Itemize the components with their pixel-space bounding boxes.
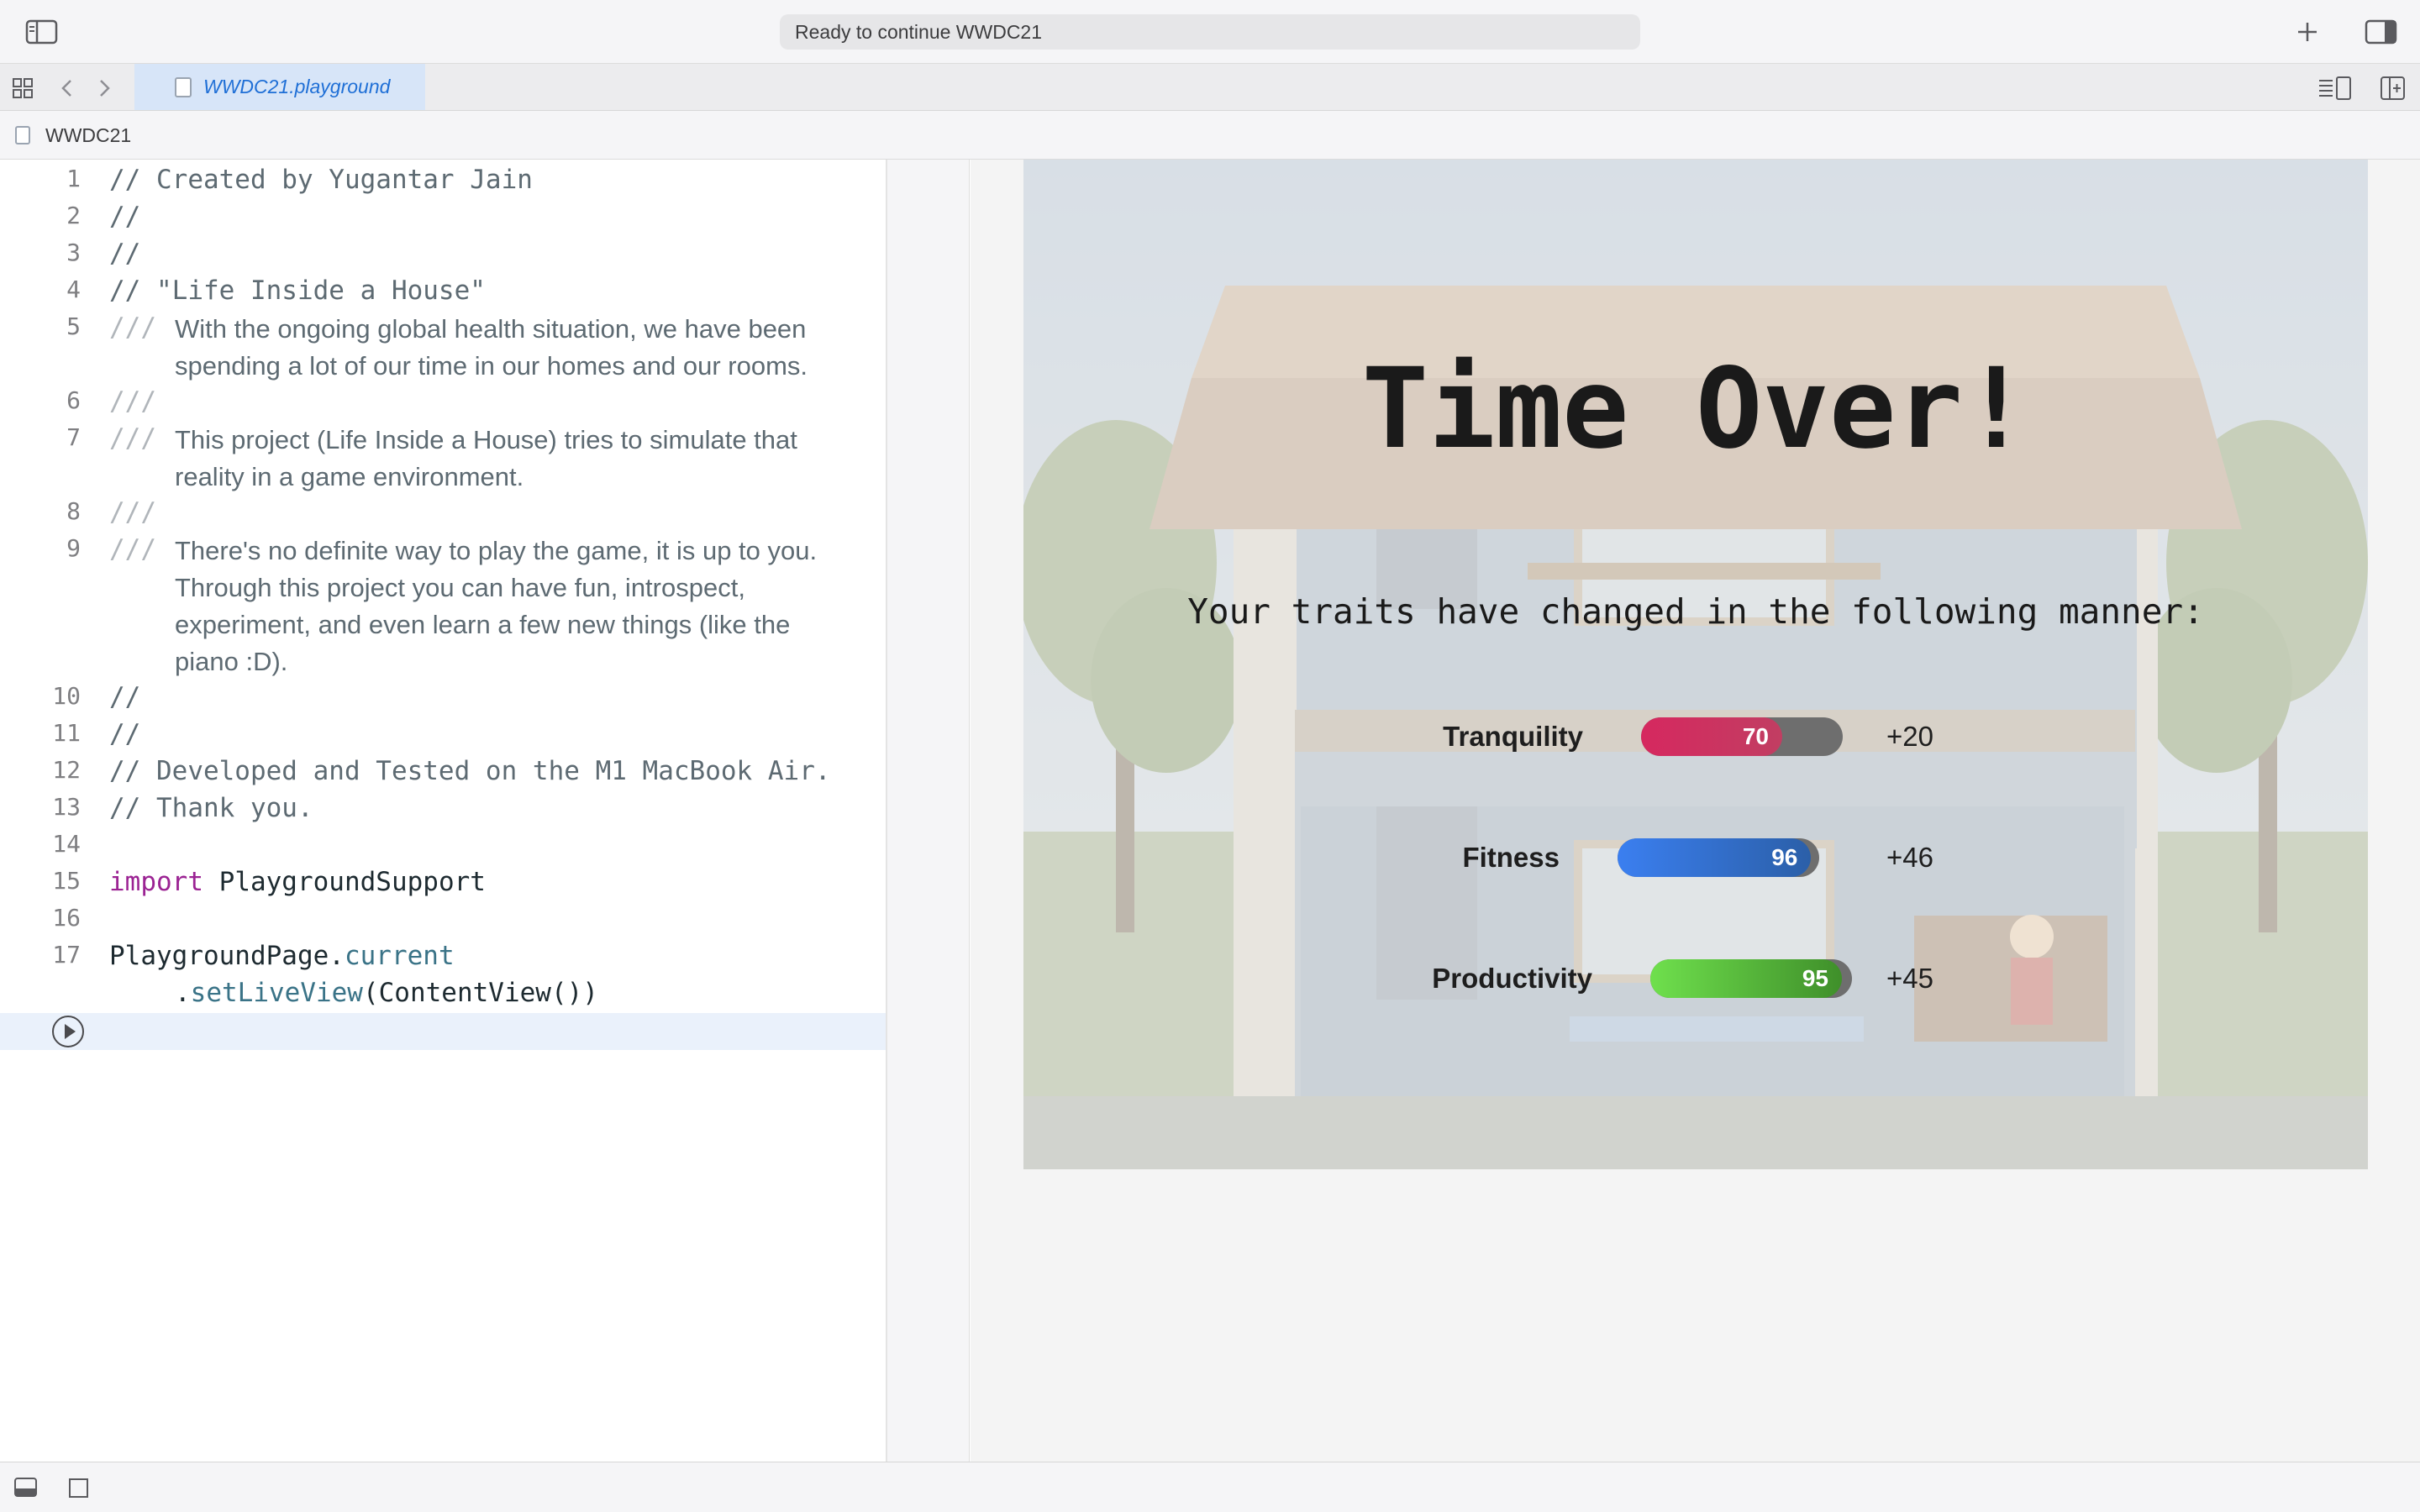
- doc-comment-line[interactable]: reality in a game environment.: [175, 459, 523, 496]
- doc-comment-line[interactable]: With the ongoing global health situation…: [175, 311, 806, 348]
- doc-comment-marker: ///: [109, 534, 156, 564]
- square-icon[interactable]: [67, 1477, 92, 1499]
- trait-label-tranquility: Tranquility: [1443, 721, 1583, 752]
- doc-comment-line[interactable]: spending a lot of our time in our homes …: [175, 348, 808, 385]
- back-chevron-icon[interactable]: [59, 77, 76, 99]
- trait-bar-productivity: 95: [1650, 959, 1852, 998]
- sidebar-right-icon[interactable]: [2365, 18, 2398, 45]
- code-line[interactable]: //: [109, 682, 140, 712]
- trait-label-productivity: Productivity: [1432, 963, 1592, 994]
- trait-bar-fill: 70: [1641, 717, 1782, 756]
- trait-value: 95: [1802, 965, 1828, 991]
- doc-comment-marker: ///: [109, 497, 156, 528]
- line-number: 7: [66, 423, 81, 451]
- traits-subtitle: Your traits have changed in the followin…: [1187, 591, 2204, 632]
- doc-comment-marker: ///: [109, 312, 156, 343]
- doc-comment-line[interactable]: This project (Life Inside a House) tries…: [175, 422, 797, 459]
- line-number: 11: [52, 719, 81, 747]
- trait-label-fitness: Fitness: [1462, 842, 1560, 873]
- plus-icon[interactable]: [2294, 18, 2321, 45]
- game-over-title: Time Over!: [1361, 344, 2030, 474]
- playground-icon: [15, 126, 30, 144]
- type-name: PlaygroundPage: [109, 941, 329, 971]
- live-view[interactable]: Time Over! Your traits have changed in t…: [1023, 160, 2368, 1169]
- call-args: (ContentView()): [362, 978, 598, 1008]
- grid-icon[interactable]: [12, 77, 35, 99]
- sidebar-left-icon[interactable]: [25, 18, 59, 45]
- trait-bar-fitness: 96: [1618, 838, 1819, 877]
- tab-label: WWDC21.playground: [203, 76, 391, 97]
- trait-bar-fill: 96: [1618, 838, 1812, 877]
- add-editor-icon[interactable]: [2380, 76, 2407, 101]
- line-number: 4: [66, 276, 81, 303]
- doc-comment-line[interactable]: piano :D).: [175, 643, 287, 680]
- code-line[interactable]: // Developed and Tested on the M1 MacBoo…: [109, 756, 831, 786]
- forward-chevron-icon[interactable]: [96, 77, 113, 99]
- line-number: 14: [52, 830, 81, 858]
- member-name: current: [344, 941, 455, 971]
- trait-bar-tranquility: 70: [1641, 717, 1843, 756]
- method-name: setLiveView: [190, 978, 363, 1008]
- code-line[interactable]: PlaygroundPage.current: [109, 941, 455, 971]
- trait-bar-fill: 95: [1650, 959, 1842, 998]
- results-sidebar: [887, 160, 970, 1462]
- trait-delta: +45: [1886, 963, 1933, 994]
- line-number: 17: [52, 941, 81, 969]
- code-line[interactable]: // Thank you.: [109, 793, 313, 823]
- line-number: 13: [52, 793, 81, 821]
- line-number: 3: [66, 239, 81, 266]
- editor-options-icon[interactable]: [2317, 76, 2353, 101]
- play-icon: [65, 1024, 76, 1039]
- swift-file-icon: [175, 77, 192, 97]
- line-number: 8: [66, 497, 81, 525]
- game-scene-illustration: [1023, 160, 2368, 1169]
- debug-area-icon[interactable]: [13, 1477, 39, 1499]
- trait-value: 70: [1742, 723, 1769, 749]
- breadcrumb: [0, 111, 2420, 160]
- trait-value: 96: [1771, 844, 1798, 870]
- line-number: 9: [66, 534, 81, 562]
- code-line-continuation[interactable]: .setLiveView(ContentView()): [175, 978, 598, 1008]
- code-line[interactable]: //: [109, 202, 140, 232]
- line-number: 15: [52, 867, 81, 895]
- code-line[interactable]: //: [109, 239, 140, 269]
- doc-comment-marker: ///: [109, 386, 156, 417]
- doc-comment-line[interactable]: Through this project you can have fun, i…: [175, 570, 745, 606]
- dot: .: [175, 978, 191, 1008]
- dot: .: [329, 941, 345, 971]
- debug-bar: [0, 1462, 2420, 1512]
- code-line[interactable]: import PlaygroundSupport: [109, 867, 486, 897]
- line-number: 10: [52, 682, 81, 710]
- trait-delta: +46: [1886, 842, 1933, 873]
- line-number: 6: [66, 386, 81, 414]
- code-line[interactable]: //: [109, 719, 140, 749]
- line-number: 16: [52, 904, 81, 932]
- doc-comment-line[interactable]: There's no definite way to play the game…: [175, 533, 817, 570]
- doc-comment-marker: ///: [109, 423, 156, 454]
- line-number: 2: [66, 202, 81, 229]
- activity-status: Ready to continue WWDC21: [780, 14, 1640, 50]
- code-line[interactable]: // "Life Inside a House": [109, 276, 486, 306]
- breadcrumb-item[interactable]: WWDC21: [45, 124, 131, 147]
- line-number: 1: [66, 165, 81, 192]
- trait-delta: +20: [1886, 721, 1933, 752]
- module-name: PlaygroundSupport: [218, 867, 486, 897]
- line-number: 12: [52, 756, 81, 784]
- code-line[interactable]: // Created by Yugantar Jain: [109, 165, 533, 195]
- keyword-import: import: [109, 867, 203, 897]
- doc-comment-line[interactable]: experiment, and even learn a few new thi…: [175, 606, 790, 643]
- line-number: 5: [66, 312, 81, 340]
- current-line-highlight: [0, 1013, 886, 1050]
